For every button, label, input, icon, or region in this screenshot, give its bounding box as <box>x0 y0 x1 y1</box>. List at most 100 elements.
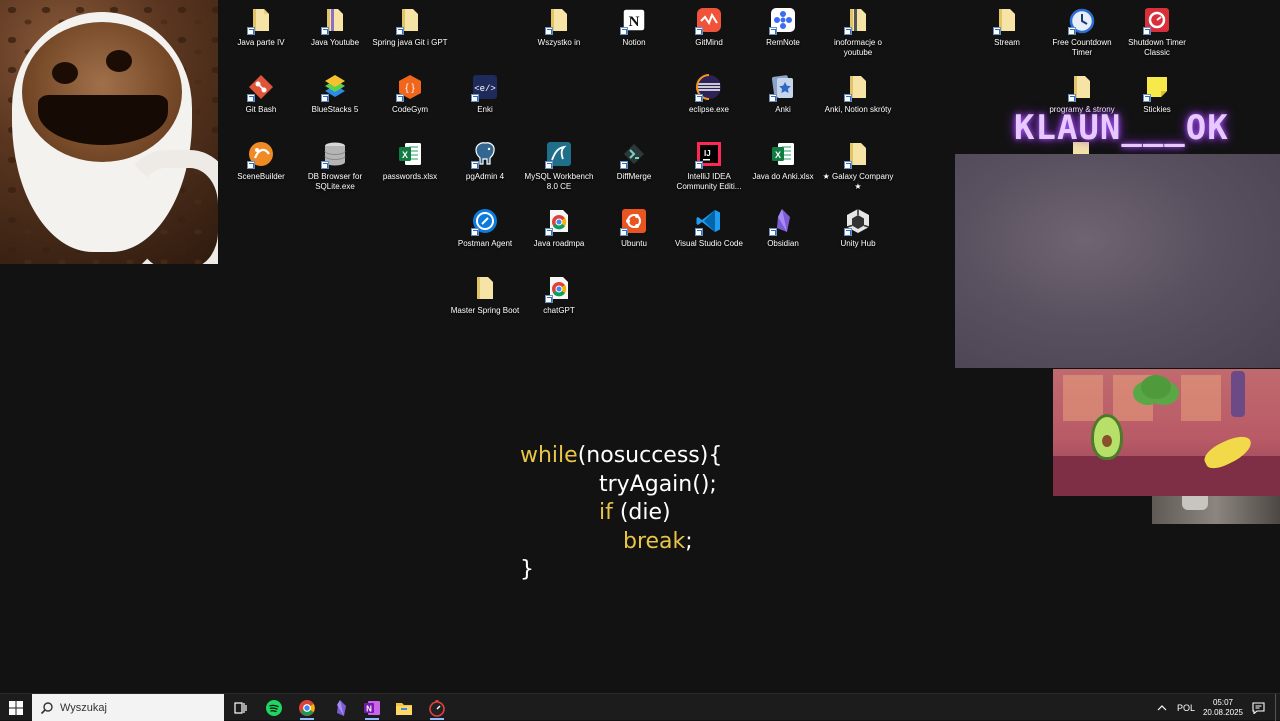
icon-label: Free Countdown Timer <box>1052 38 1112 57</box>
taskbar-onenote[interactable]: N <box>357 695 387 720</box>
desktop-icon-free-countdown-timer[interactable]: Free Countdown Timer <box>1043 6 1121 58</box>
desktop-icon-anki[interactable]: Anki <box>744 73 822 115</box>
desktop-icon-git-bash[interactable]: Git Bash <box>222 73 300 115</box>
icon-label: BlueStacks 5 <box>311 105 359 114</box>
desktop-icon-unity-hub[interactable]: Unity Hub <box>819 207 897 249</box>
icon-label: inoformacje o youtube <box>833 38 883 57</box>
code-line-4: ; <box>685 528 693 554</box>
desktop-icon-remnote[interactable]: RemNote <box>744 6 822 48</box>
clock-icon <box>1068 6 1096 35</box>
icon-label: Java roadmpa <box>533 239 585 248</box>
folder-icon <box>396 702 412 715</box>
code-line-1: (nosuccess){ <box>577 443 723 468</box>
desktop-icon-postman-agent[interactable]: Postman Agent <box>446 207 524 249</box>
code-keyword-while: while <box>520 443 578 468</box>
search-icon <box>40 701 53 714</box>
ubuntu-icon <box>620 207 648 236</box>
desktop-icon-db-browser[interactable]: DB Browser for SQLite.exe <box>296 140 374 192</box>
icon-label: Anki, Notion skróty <box>824 105 892 114</box>
icon-label: DiffMerge <box>616 172 652 181</box>
desktop-icon-galaxy-company[interactable]: ★ Galaxy Company ★ <box>819 140 897 192</box>
icon-label: Wszystko in <box>537 38 581 47</box>
excel-file-icon: X <box>396 140 424 168</box>
desktop-icon-master-spring-boot[interactable]: Master Spring Boot <box>446 274 524 316</box>
taskbar: Wyszukaj N POL 05:07 20.08.2025 <box>0 693 1280 721</box>
notifications-button[interactable] <box>1247 694 1269 721</box>
klaun-neon-text: KLAUN___OK <box>1014 108 1229 148</box>
chrome-icon <box>299 699 315 716</box>
icon-label: RemNote <box>766 38 800 47</box>
taskbar-file-explorer[interactable] <box>389 695 419 720</box>
git-icon <box>247 73 275 102</box>
chevron-up-icon <box>1157 704 1167 710</box>
task-view-button[interactable] <box>225 695 255 720</box>
chrome-shortcut-icon <box>545 207 573 236</box>
desktop-icon-pgadmin[interactable]: pgAdmin 4 <box>446 140 524 182</box>
desktop-icon-scenebuilder[interactable]: SceneBuilder <box>222 140 300 182</box>
anki-icon <box>769 73 797 102</box>
desktop-icon-java-do-anki[interactable]: X Java do Anki.xlsx <box>744 140 822 182</box>
desktop-icon-spring-java-git-gpt[interactable]: Spring java Git i GPT <box>371 6 449 48</box>
obsidian-icon <box>337 699 346 716</box>
excel-file-icon: X <box>769 140 797 168</box>
desktop-icon-java-youtube[interactable]: Java Youtube <box>296 6 374 48</box>
folder-icon <box>844 73 872 102</box>
desktop-icon-chatgpt[interactable]: chatGPT <box>520 274 598 316</box>
desktop-icon-inoformacje-youtube[interactable]: inoformacje o youtube <box>819 6 897 58</box>
database-icon <box>321 140 349 169</box>
folder-icon <box>993 6 1021 35</box>
desktop-icon-diffmerge[interactable]: DiffMerge <box>595 140 673 182</box>
desktop-icon-bluestacks[interactable]: BlueStacks 5 <box>296 73 374 115</box>
desktop-icon-stream[interactable]: Stream <box>968 6 1046 48</box>
bluestacks-icon <box>321 73 349 102</box>
desktop-icon-anki-notion-skroty[interactable]: Anki, Notion skróty <box>819 73 897 115</box>
desktop-icon-gitmind[interactable]: GitMind <box>670 6 748 48</box>
desktop-icon-ubuntu[interactable]: Ubuntu <box>595 207 673 249</box>
clock-time: 05:07 <box>1212 697 1234 707</box>
desktop-icon-wszystko-in[interactable]: Wszystko in <box>520 6 598 48</box>
icon-label: pgAdmin 4 <box>465 172 505 181</box>
show-desktop-button[interactable] <box>1275 694 1280 721</box>
notification-icon <box>1251 701 1265 714</box>
postgres-elephant-icon <box>471 140 499 169</box>
icon-label: Shutdown Timer Classic <box>1128 38 1186 57</box>
input-language[interactable]: POL <box>1173 703 1199 713</box>
icon-label: Java Youtube <box>310 38 360 47</box>
desktop-icon-java-roadmpa[interactable]: Java roadmpa <box>520 207 598 249</box>
icon-label: CodeGym <box>391 105 428 114</box>
desktop-icon-notion[interactable]: N Notion <box>595 6 673 48</box>
taskbar-chrome[interactable] <box>292 695 322 720</box>
taskbar-obsidian[interactable] <box>325 695 355 720</box>
icon-label: passwords.xlsx <box>382 172 438 181</box>
desktop-icon-codegym[interactable]: { } CodeGym <box>371 73 449 115</box>
icon-label: Stream <box>994 38 1020 47</box>
folder-icon <box>321 6 349 35</box>
taskbar-search-box[interactable]: Wyszukaj <box>32 694 224 721</box>
coffee-cup-picture <box>0 0 218 264</box>
taskbar-spotify[interactable] <box>259 695 289 720</box>
desktop-icon-passwords-xlsx[interactable]: X passwords.xlsx <box>371 140 449 182</box>
onenote-icon: N <box>364 700 380 715</box>
desktop-icon-intellij[interactable]: IJ IntelliJ IDEA Community Editi... <box>670 140 748 192</box>
icon-label: Spring java Git i GPT <box>372 38 448 47</box>
desktop: Java parte IV Java Youtube Spring java G… <box>0 0 1280 693</box>
start-button[interactable] <box>0 694 32 721</box>
desktop-icon-enki[interactable]: <e/> Enki <box>446 73 524 115</box>
desktop-icon-obsidian[interactable]: Obsidian <box>744 207 822 249</box>
desktop-icon-java-parte-iv[interactable]: Java parte IV <box>222 6 300 48</box>
blurred-video-overlay <box>955 154 1280 368</box>
desktop-icon-shutdown-timer-classic[interactable]: Shutdown Timer Classic <box>1118 6 1196 58</box>
enki-icon: <e/> <box>471 73 499 102</box>
show-hidden-icons-button[interactable] <box>1151 694 1173 721</box>
clock[interactable]: 05:07 20.08.2025 <box>1199 698 1247 718</box>
codegym-icon: { } <box>396 73 424 102</box>
icon-label: Java parte IV <box>237 38 285 47</box>
icon-label: chatGPT <box>543 306 575 315</box>
taskbar-timer-app[interactable] <box>422 695 452 720</box>
desktop-icon-mysql-workbench[interactable]: MySQL Workbench 8.0 CE <box>520 140 598 192</box>
code-keyword-if: if <box>599 500 613 525</box>
windows-logo-icon <box>9 700 23 715</box>
desktop-icon-vscode[interactable]: Visual Studio Code <box>670 207 748 249</box>
folder-icon <box>545 6 573 35</box>
desktop-icon-eclipse[interactable]: eclipse.exe <box>670 73 748 115</box>
